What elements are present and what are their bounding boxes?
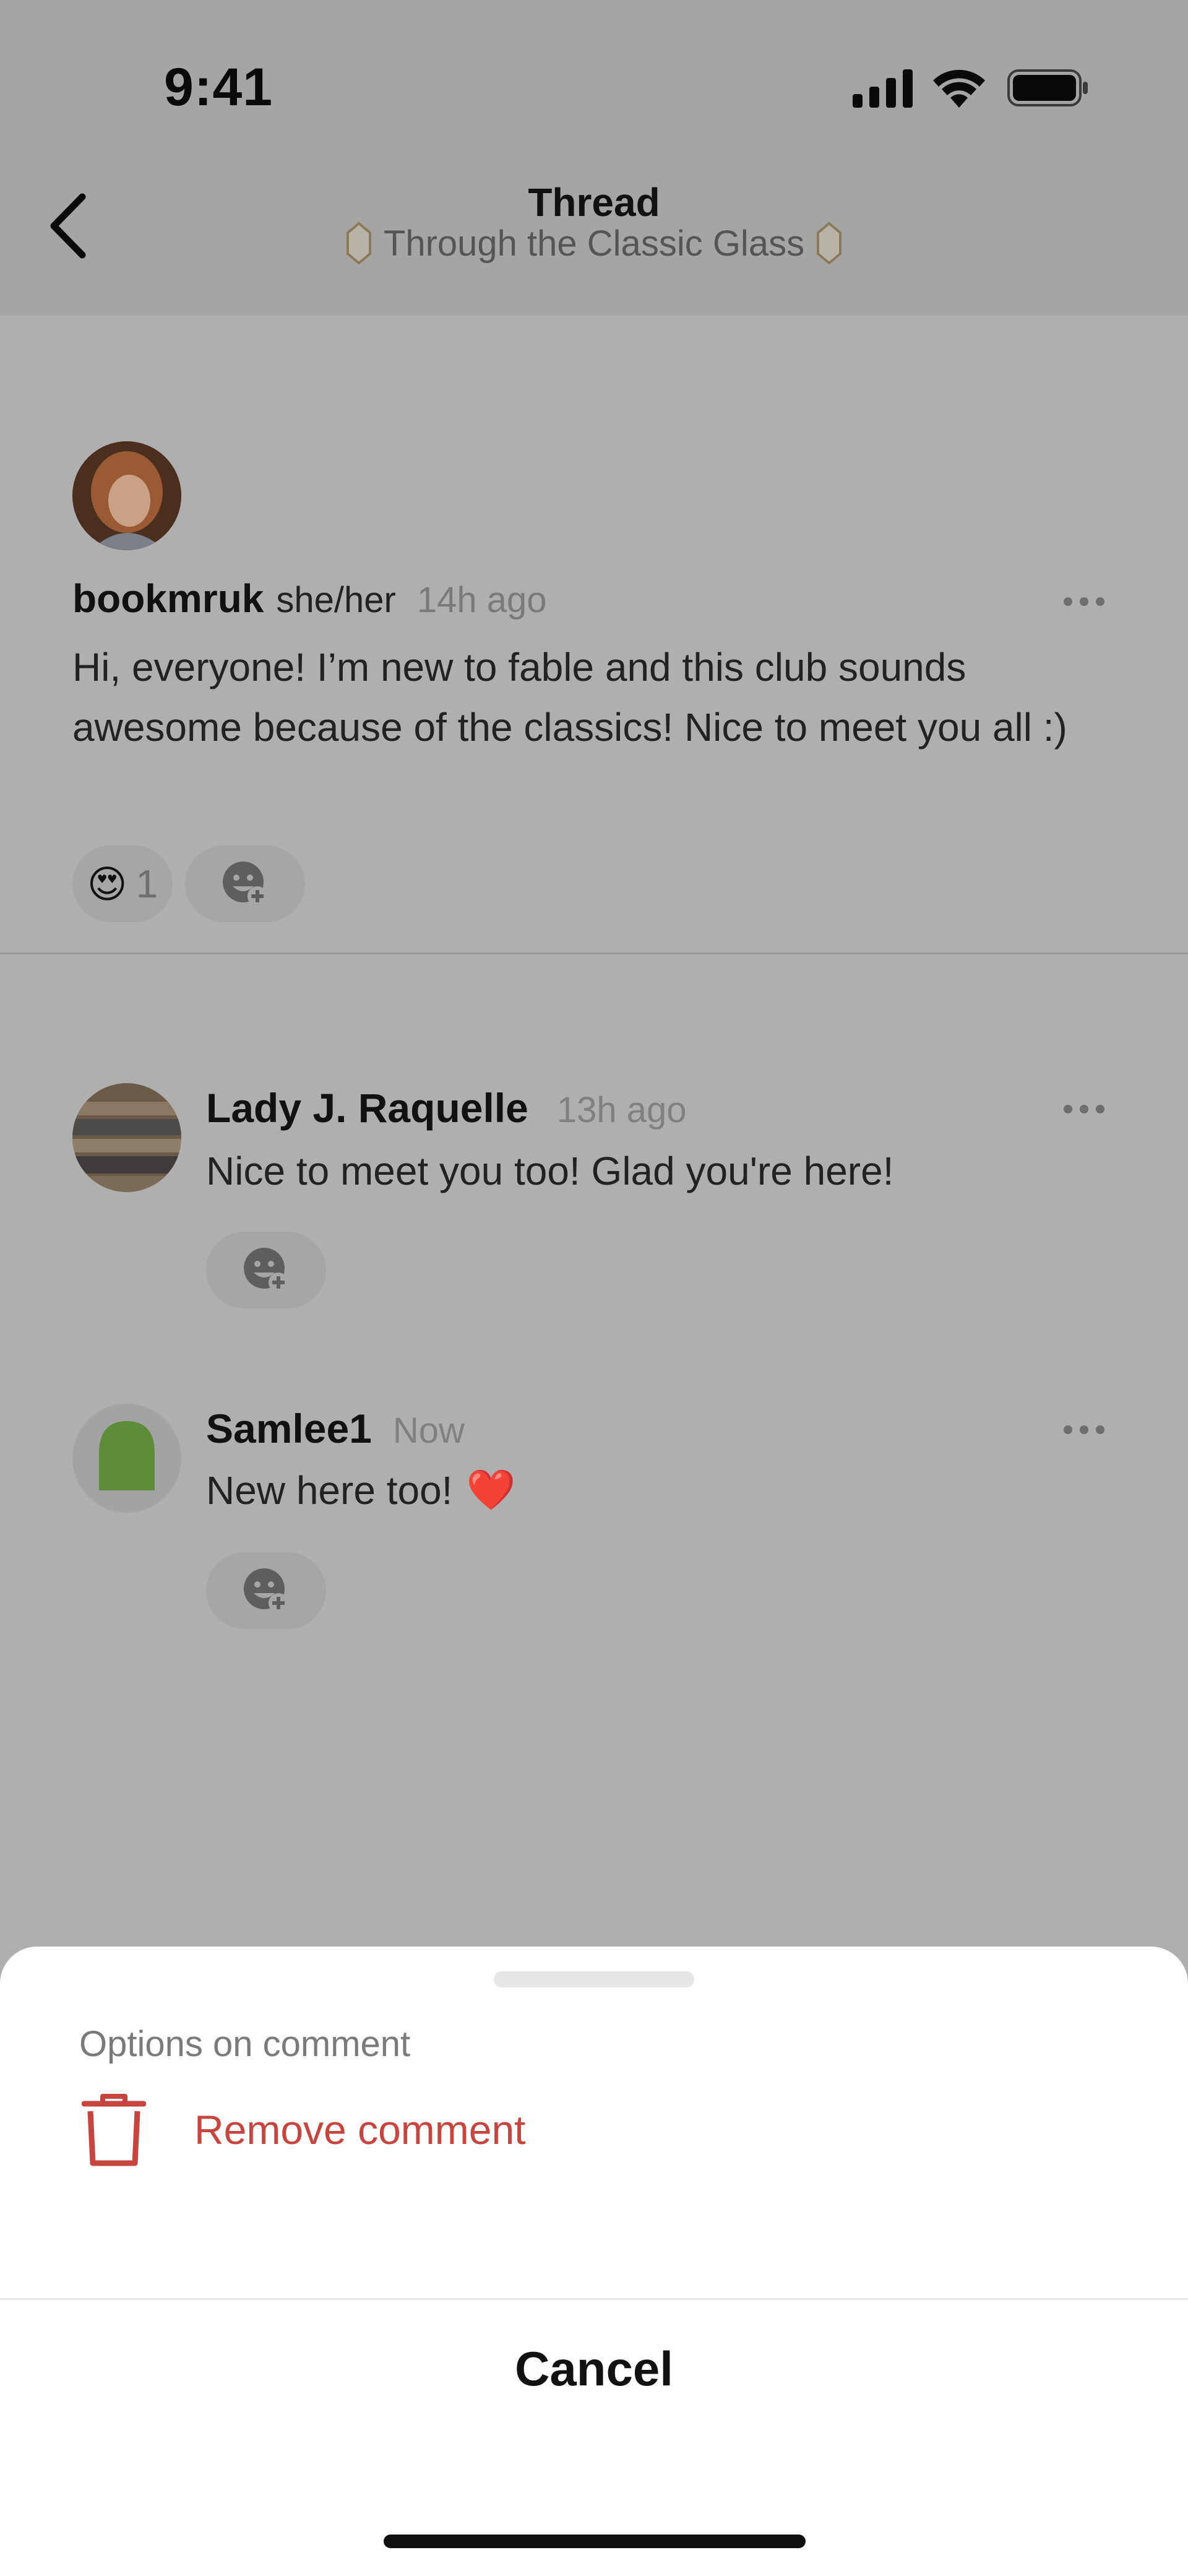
add-reaction-button[interactable] [185, 845, 305, 922]
dot [1080, 597, 1088, 606]
dot [1080, 1105, 1088, 1113]
avatar[interactable] [72, 1404, 181, 1513]
add-reaction-icon [223, 862, 267, 906]
sheet-title: Options on comment [79, 2024, 411, 2064]
sheet-grabber[interactable] [494, 1971, 694, 1987]
comment-username[interactable]: Samlee1 [206, 1405, 372, 1452]
comment-text-label: New here too! [206, 1467, 453, 1513]
user-photo [72, 441, 181, 550]
page-title: Thread [528, 180, 660, 225]
add-reaction-button[interactable] [206, 1232, 326, 1308]
remove-comment-button[interactable]: Remove comment [0, 2093, 1188, 2168]
add-reaction-icon [244, 1248, 288, 1292]
post-meta: bookmruk she/her 14h ago [72, 576, 547, 621]
dot [1080, 1425, 1088, 1434]
comment-more-button[interactable] [1053, 1411, 1115, 1448]
reaction-count: 1 [136, 862, 158, 906]
reaction-emoji: 😍 [87, 863, 127, 906]
comment-more-button[interactable] [1053, 1091, 1115, 1128]
club-name-label: Through the Classic Glass [383, 223, 805, 264]
dot [1096, 597, 1104, 606]
post-timestamp: 14h ago [416, 580, 547, 620]
options-sheet: Options on comment Remove comment Cancel [0, 1947, 1188, 2576]
status-bar: 9:41 [0, 0, 1188, 161]
remove-comment-label: Remove comment [194, 2107, 526, 2153]
heart-emoji: ❤️ [466, 1467, 516, 1512]
comment-username[interactable]: Lady J. Raquelle [206, 1084, 528, 1131]
dot [1064, 1105, 1072, 1113]
dot [1064, 597, 1072, 606]
dot [1064, 1425, 1072, 1434]
wifi-icon [933, 69, 985, 108]
home-indicator[interactable] [384, 2535, 806, 2548]
gem-icon [817, 222, 842, 265]
avatar[interactable] [72, 441, 181, 550]
post-more-button[interactable] [1053, 583, 1115, 620]
comment-timestamp: 13h ago [556, 1090, 687, 1130]
dot [1096, 1105, 1104, 1113]
books-photo [72, 1083, 181, 1192]
comment-text: Nice to meet you too! Glad you're here! [206, 1148, 893, 1194]
battery-icon [1007, 69, 1088, 106]
avatar[interactable] [72, 1083, 181, 1192]
status-time: 9:41 [164, 58, 273, 117]
post-body: Hi, everyone! I’m new to fable and this … [72, 645, 1067, 750]
gem-icon [346, 222, 371, 265]
post-pronouns: she/her [276, 580, 396, 620]
comment-text: New here too! ❤️ [206, 1467, 515, 1513]
post-username[interactable]: bookmruk [72, 576, 264, 621]
dot [1096, 1425, 1104, 1434]
add-reaction-button[interactable] [206, 1552, 326, 1629]
comment-meta: Samlee1 Now [206, 1405, 465, 1452]
comment-timestamp: Now [392, 1411, 465, 1451]
comment-meta: Lady J. Raquelle 13h ago [206, 1084, 687, 1131]
cellular-signal-icon [853, 69, 913, 108]
sheet-divider [0, 2298, 1188, 2300]
comment-text-label: Nice to meet you too! Glad you're here! [206, 1149, 894, 1193]
cancel-button[interactable]: Cancel [0, 2301, 1188, 2437]
reaction-chip[interactable]: 😍 1 [72, 845, 173, 922]
divider [0, 953, 1188, 954]
default-avatar-shape [99, 1421, 155, 1490]
thread-header: Thread Through the Classic Glass [0, 161, 1188, 316]
add-reaction-icon [244, 1568, 288, 1613]
club-name[interactable]: Through the Classic Glass [0, 222, 1188, 265]
